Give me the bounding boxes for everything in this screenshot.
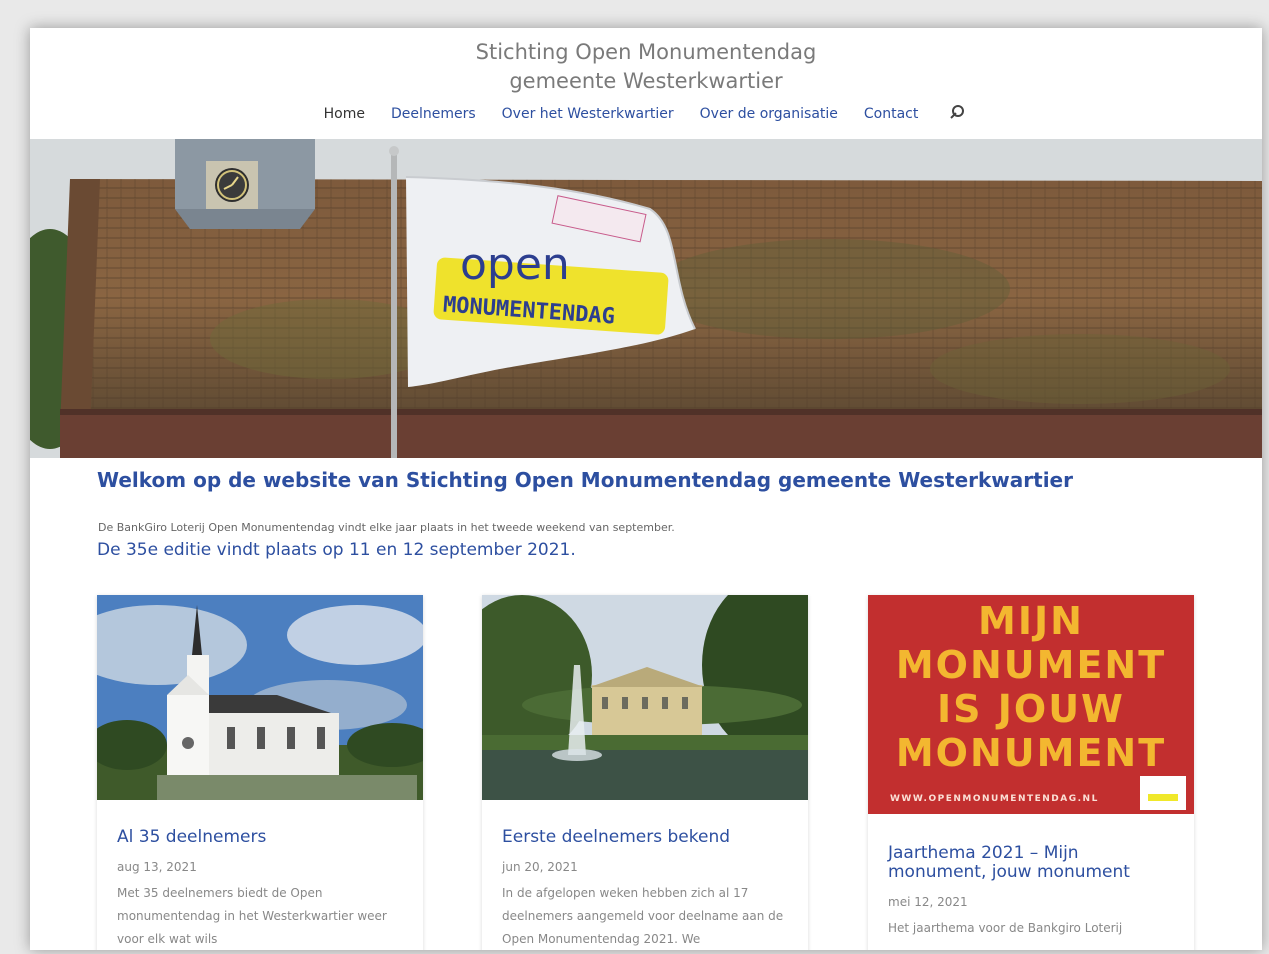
flag-text-open: open	[460, 239, 570, 290]
main-nav: Home Deelnemers Over het Westerkwartier …	[30, 104, 1262, 124]
white-church-photo	[97, 595, 423, 800]
manor-fountain-photo	[482, 595, 808, 800]
site-title-line2[interactable]: gemeente Westerkwartier	[30, 67, 1262, 96]
open-monumentendag-logo-icon	[1140, 776, 1186, 810]
nav-item-deelnemers[interactable]: Deelnemers	[391, 106, 476, 122]
nav-item-over-het-westerkwartier[interactable]: Over het Westerkwartier	[502, 106, 674, 122]
poster-line-1: MIJN	[978, 599, 1084, 643]
nav-item-home[interactable]: Home	[324, 106, 365, 122]
jaarthema-poster: MIJN MONUMENT IS JOUW MONUMENT WWW.OPENM…	[868, 595, 1194, 814]
post-title[interactable]: Jaarthema 2021 – Mijn monument, jouw mon…	[888, 844, 1174, 882]
post-date: aug 13, 2021	[117, 860, 197, 874]
poster-line-3: IS JOUW	[937, 687, 1125, 731]
nav-item-over-de-organisatie[interactable]: Over de organisatie	[700, 106, 838, 122]
welcome-heading: Welkom op de website van Stichting Open …	[97, 468, 1073, 492]
poster-line-4: MONUMENT	[895, 731, 1167, 775]
post-excerpt: Met 35 deelnemers biedt de Open monument…	[117, 886, 387, 946]
post-date: mei 12, 2021	[888, 895, 968, 909]
post-thumbnail[interactable]	[97, 595, 423, 800]
edition-text: De 35e editie vindt plaats op 11 en 12 s…	[97, 540, 576, 560]
site-header: Stichting Open Monumentendag gemeente We…	[30, 28, 1262, 138]
browser-page: Stichting Open Monumentendag gemeente We…	[30, 28, 1262, 950]
poster-line-2: MONUMENT	[895, 643, 1167, 687]
site-title-line1[interactable]: Stichting Open Monumentendag	[30, 38, 1262, 67]
post-thumbnail[interactable]	[482, 595, 808, 800]
search-icon[interactable]	[948, 104, 968, 124]
post-title[interactable]: Al 35 deelnemers	[117, 828, 403, 847]
hero-church-roof-flag-image: open MONUMENTENDAG	[30, 139, 1262, 458]
post-thumbnail[interactable]: MIJN MONUMENT IS JOUW MONUMENT WWW.OPENM…	[868, 595, 1194, 814]
poster-url: WWW.OPENMONUMENTENDAG.NL	[890, 794, 1099, 804]
intro-text: De BankGiro Loterij Open Monumentendag v…	[98, 521, 675, 534]
post-card-1: Al 35 deelnemers aug 13, 2021 Met 35 dee…	[97, 595, 423, 950]
nav-item-contact[interactable]: Contact	[864, 106, 918, 122]
site-title[interactable]: Stichting Open Monumentendag gemeente We…	[30, 38, 1262, 96]
post-title[interactable]: Eerste deelnemers bekend	[502, 828, 788, 847]
post-card-2: Eerste deelnemers bekend jun 20, 2021 In…	[482, 595, 808, 950]
post-excerpt: Het jaarthema voor de Bankgiro Loterij	[888, 921, 1123, 935]
hero-image: open MONUMENTENDAG	[30, 139, 1262, 458]
post-card-3: MIJN MONUMENT IS JOUW MONUMENT WWW.OPENM…	[868, 595, 1194, 950]
post-excerpt: In de afgelopen weken hebben zich al 17 …	[502, 886, 784, 946]
post-date: jun 20, 2021	[502, 860, 578, 874]
